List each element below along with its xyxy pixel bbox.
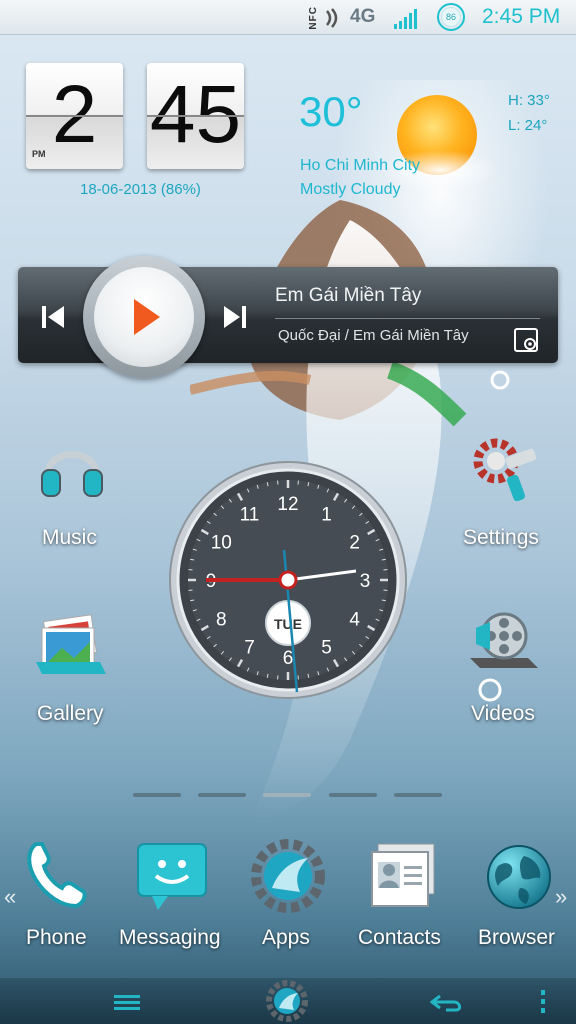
- clock-number: 12: [277, 494, 298, 515]
- clock-number: 3: [360, 571, 371, 592]
- film-reel-icon: [470, 612, 538, 668]
- player-settings-icon[interactable]: [512, 326, 540, 354]
- clock-number: 11: [240, 504, 260, 525]
- home-button[interactable]: [266, 980, 308, 1022]
- nfc-wave-icon: [326, 8, 338, 28]
- menu-button[interactable]: [112, 992, 144, 1012]
- phone-handset-icon: [27, 842, 87, 909]
- weather-city: Ho Chi Minh City: [300, 157, 421, 174]
- message-bubble-icon: [137, 843, 207, 910]
- weather-low: L: 24°: [508, 117, 548, 134]
- music-divider: [275, 318, 540, 319]
- photos-icon: [36, 614, 106, 674]
- clock-minute-card[interactable]: 45: [147, 63, 244, 169]
- clock-number: 4: [349, 610, 360, 631]
- analog-clock-widget[interactable]: 121234567891011 TUE: [168, 460, 408, 700]
- clock-number: 1: [321, 504, 332, 525]
- app-label-settings: Settings: [463, 526, 539, 549]
- globe-icon: [487, 845, 551, 909]
- page-indicator-1[interactable]: [133, 793, 181, 797]
- weather-high: H: 33°: [508, 92, 550, 109]
- dock-scroll-left[interactable]: «: [4, 884, 16, 910]
- battery-percent: 86: [445, 12, 456, 22]
- dock-label-contacts: Contacts: [358, 926, 441, 949]
- page-indicator-5[interactable]: [394, 793, 442, 797]
- app-label-gallery: Gallery: [37, 702, 104, 725]
- dock-label-apps: Apps: [262, 926, 310, 949]
- clock-date: 18-06-2013 (86%): [80, 181, 201, 198]
- clock-number: 5: [321, 638, 332, 659]
- clock-number: 10: [211, 533, 232, 554]
- song-artist: Quốc Đại / Em Gái Miền Tây: [278, 327, 469, 344]
- page-indicator-4[interactable]: [329, 793, 377, 797]
- contacts-card-icon: [371, 843, 435, 907]
- page-indicator-2[interactable]: [198, 793, 246, 797]
- play-button[interactable]: [94, 267, 194, 367]
- dock-scroll-right[interactable]: »: [555, 884, 567, 910]
- clock-number: 8: [216, 610, 227, 631]
- next-track-button[interactable]: [220, 302, 250, 332]
- dock-label-phone: Phone: [26, 926, 87, 949]
- battery-icon: 86: [436, 2, 466, 32]
- flip-divider: [26, 115, 123, 117]
- clock-number: 6: [283, 648, 294, 669]
- clock-ampm: PM: [32, 149, 46, 159]
- overflow-menu-icon[interactable]: [538, 988, 548, 1016]
- dock-label-messaging: Messaging: [119, 926, 221, 949]
- play-icon: [134, 299, 160, 335]
- gear-icon: [473, 438, 537, 502]
- flip-divider: [147, 115, 244, 117]
- clock-number: 7: [244, 638, 255, 659]
- apps-gear-icon: [251, 839, 325, 913]
- status-bar: NFC 4G 86 2:45 PM: [0, 0, 576, 35]
- clock-hour-card[interactable]: 2 PM: [26, 63, 123, 169]
- signal-strength-icon: [394, 9, 417, 29]
- status-time: 2:45 PM: [482, 5, 561, 28]
- page-indicator-3[interactable]: [263, 793, 311, 797]
- dock-label-browser: Browser: [478, 926, 556, 949]
- network-type: 4G: [350, 6, 376, 27]
- weather-temperature[interactable]: 30°: [299, 88, 363, 136]
- headphones-icon: [41, 451, 103, 497]
- back-button[interactable]: [430, 992, 466, 1014]
- weather-condition: Mostly Cloudy: [300, 181, 401, 198]
- app-label-videos: Videos: [471, 702, 535, 725]
- clock-number: 2: [349, 533, 360, 554]
- previous-track-button[interactable]: [38, 302, 68, 332]
- clock-day: TUE: [274, 616, 302, 632]
- song-title: Em Gái Miền Tây: [275, 285, 422, 306]
- app-label-music: Music: [42, 526, 97, 549]
- clock-center: [278, 570, 298, 590]
- nfc-indicator: NFC: [308, 6, 319, 30]
